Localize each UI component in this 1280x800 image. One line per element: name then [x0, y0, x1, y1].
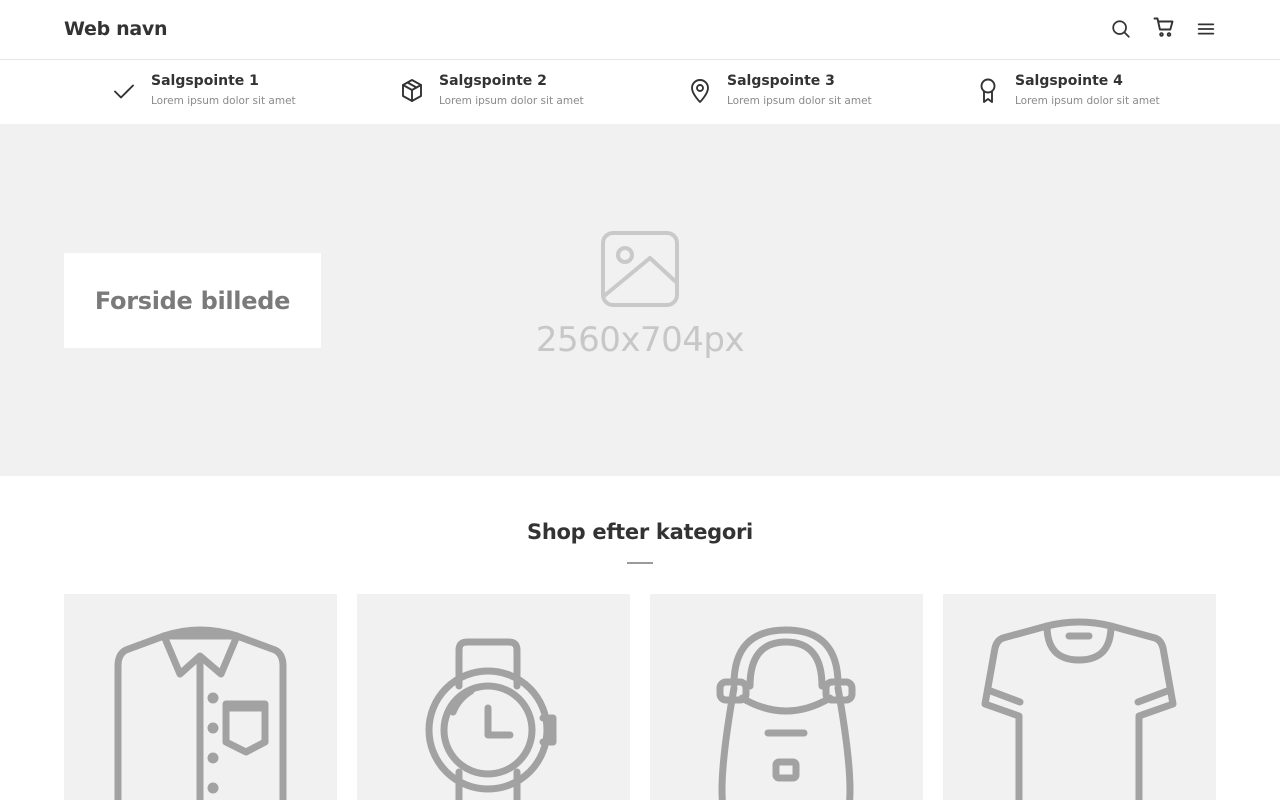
location-pin-icon — [687, 77, 713, 105]
usp-subtitle: Lorem ipsum dolor sit amet — [439, 95, 584, 107]
image-placeholder-icon — [600, 230, 680, 308]
hero-title-box: Forside billede — [64, 253, 321, 348]
handbag-icon — [716, 626, 856, 800]
usp-bar: Salgspointe 1 Lorem ipsum dolor sit amet… — [0, 61, 1280, 124]
usp-item: Salgspointe 1 Lorem ipsum dolor sit amet — [111, 61, 371, 124]
shirt-icon — [114, 626, 287, 800]
box-icon — [399, 77, 425, 105]
category-card-tshirt[interactable] — [943, 594, 1216, 800]
cart-icon[interactable] — [1152, 14, 1176, 40]
usp-item: Salgspointe 3 Lorem ipsum dolor sit amet — [687, 61, 947, 124]
usp-item: Salgspointe 4 Lorem ipsum dolor sit amet — [975, 61, 1235, 124]
usp-title: Salgspointe 3 — [727, 73, 835, 89]
category-card-watch[interactable] — [357, 594, 630, 800]
category-card-shirt[interactable] — [64, 594, 337, 800]
usp-item: Salgspointe 2 Lorem ipsum dolor sit amet — [399, 61, 659, 124]
usp-subtitle: Lorem ipsum dolor sit amet — [727, 95, 872, 107]
usp-title: Salgspointe 2 — [439, 73, 547, 89]
award-icon — [975, 77, 1001, 105]
hero-title: Forside billede — [94, 286, 291, 315]
usp-title: Salgspointe 1 — [151, 73, 259, 89]
category-card-handbag[interactable] — [650, 594, 923, 800]
section-title: Shop efter kategori — [527, 520, 753, 544]
search-icon[interactable] — [1109, 16, 1133, 42]
checkmark-icon — [111, 77, 137, 105]
image-placeholder-text: 2560x704px — [535, 320, 745, 360]
usp-title: Salgspointe 4 — [1015, 73, 1123, 89]
usp-subtitle: Lorem ipsum dolor sit amet — [1015, 95, 1160, 107]
hero-banner: Forside billede 2560x704px — [0, 124, 1280, 476]
site-header: Web navn — [0, 0, 1280, 60]
section-divider — [627, 562, 653, 564]
watch-icon — [425, 638, 557, 800]
usp-subtitle: Lorem ipsum dolor sit amet — [151, 95, 296, 107]
menu-icon[interactable] — [1194, 16, 1218, 42]
brand-logo[interactable]: Web navn — [64, 18, 168, 40]
tshirt-icon — [981, 618, 1177, 800]
